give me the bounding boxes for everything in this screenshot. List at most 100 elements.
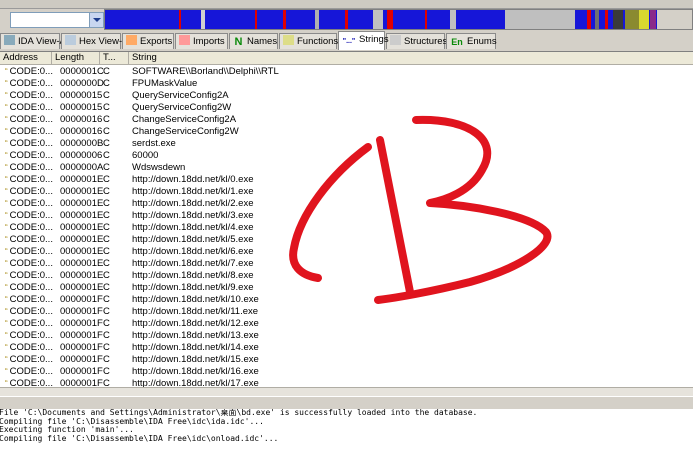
table-row[interactable]: “CODE:0... 0000000B Cserdst.exe bbox=[0, 138, 693, 150]
string-icon: “ bbox=[5, 259, 8, 268]
table-row[interactable]: “CODE:0... 0000001F Chttp://down.18dd.net/… bbox=[0, 342, 693, 354]
toolbar-top-strip bbox=[0, 0, 693, 9]
table-row[interactable]: “CODE:0... 0000001E Chttp://down.18dd.net/… bbox=[0, 222, 693, 234]
type-cell: C bbox=[103, 66, 110, 77]
type-cell: C bbox=[103, 90, 110, 101]
length-cell: 0000001E bbox=[60, 222, 104, 233]
table-row[interactable]: “CODE:0... 0000000D C FPUMaskValue bbox=[0, 78, 693, 90]
table-row[interactable]: “CODE:0... 0000001E Chttp://down.18dd.net/… bbox=[0, 198, 693, 210]
tab-label: Strings bbox=[359, 34, 389, 45]
tab-structures[interactable]: Structures bbox=[386, 33, 447, 49]
string-cell: http://down.18dd.net/kl/12.exe bbox=[132, 318, 259, 329]
address-cell: “CODE:0... bbox=[5, 150, 53, 161]
string-cell: http://down.18dd.net/kl/11.exe bbox=[132, 306, 259, 317]
type-cell: C bbox=[103, 318, 110, 329]
length-cell: 0000001E bbox=[60, 198, 104, 209]
length-cell: 0000000D bbox=[60, 78, 104, 89]
tab-functions[interactable]: Functions bbox=[279, 33, 339, 49]
table-row[interactable]: “CODE:0... 0000001C C SOFTWARE\\Borland\\De… bbox=[0, 66, 693, 78]
table-row[interactable]: “CODE:0... 0000001E Chttp://down.18dd.net/… bbox=[0, 270, 693, 282]
tab-label: Functions bbox=[297, 36, 339, 47]
table-row[interactable]: “CODE:0... 0000001F Chttp://down.18dd.net/… bbox=[0, 294, 693, 306]
tab-imports[interactable]: Imports bbox=[175, 33, 228, 49]
type-cell: C bbox=[103, 330, 110, 341]
table-row[interactable]: “CODE:0... 0000001E Chttp://down.18dd.net/… bbox=[0, 186, 693, 198]
table-row[interactable]: “CODE:0... 0000001E Chttp://down.18dd.net/… bbox=[0, 174, 693, 186]
navigation-band[interactable] bbox=[104, 9, 693, 30]
column-header-string[interactable]: String bbox=[129, 52, 693, 64]
tab-hex-view-a[interactable]: Hex View-A bbox=[61, 33, 128, 49]
view-tabs: IDA View-A Hex View-A Exports Imports NN… bbox=[0, 31, 693, 52]
horizontal-scrollbar[interactable] bbox=[0, 387, 693, 396]
table-row[interactable]: “CODE:0... 0000001F Chttp://down.18dd.net/… bbox=[0, 306, 693, 318]
string-icon: “ bbox=[5, 283, 8, 292]
string-icon: “ bbox=[5, 79, 8, 88]
tab-label: Enums bbox=[467, 36, 497, 47]
table-row[interactable]: “CODE:0... 0000000A C Wdswsdewn bbox=[0, 162, 693, 174]
string-cell: http://down.18dd.net/kl/1.exe bbox=[132, 186, 254, 197]
table-row[interactable]: “CODE:0... 0000001E Chttp://down.18dd.net/… bbox=[0, 234, 693, 246]
string-cell: http://down.18dd.net/kl/6.exe bbox=[132, 246, 254, 257]
string-icon: “ bbox=[5, 151, 8, 160]
ida-view-icon bbox=[4, 35, 15, 45]
length-cell: 0000001F bbox=[60, 354, 103, 365]
navband-segment bbox=[595, 10, 599, 29]
toolbar bbox=[0, 0, 693, 32]
table-row[interactable]: “CODE:0... 00000006 C 60000 bbox=[0, 150, 693, 162]
tab-ida-view-a[interactable]: IDA View-A bbox=[0, 33, 66, 49]
tab-label: Names bbox=[247, 36, 278, 47]
type-cell: C bbox=[103, 342, 110, 353]
strings-table-header: Address Length T... String bbox=[0, 52, 693, 65]
strings-table[interactable]: “CODE:0... 0000001C C SOFTWARE\\Borland\\De… bbox=[0, 65, 693, 387]
string-cell: http://down.18dd.net/kl/7.exe bbox=[132, 258, 254, 269]
table-row[interactable]: “CODE:0... 0000001E Chttp://down.18dd.net/… bbox=[0, 210, 693, 222]
navband-segment bbox=[255, 10, 257, 29]
segment-dropdown[interactable] bbox=[10, 12, 104, 28]
table-row[interactable]: “CODE:0... 00000015 C QueryServiceConfig2A bbox=[0, 90, 693, 102]
length-cell: 0000001F bbox=[60, 306, 103, 317]
table-row[interactable]: “CODE:0... 0000001E Chttp://down.18dd.net/… bbox=[0, 282, 693, 294]
tab-names[interactable]: N Names bbox=[229, 33, 278, 49]
address-cell: “CODE:0... bbox=[5, 318, 53, 329]
address-cell: “CODE:0... bbox=[5, 162, 53, 173]
table-row[interactable]: “CODE:0... 0000001F Chttp://down.18dd.net/… bbox=[0, 354, 693, 366]
table-row[interactable]: “CODE:0... 0000001F Chttp://down.18dd.net/… bbox=[0, 366, 693, 378]
length-cell: 00000016 bbox=[60, 126, 103, 137]
string-icon: “ bbox=[5, 319, 8, 328]
chevron-down-icon[interactable] bbox=[89, 13, 103, 27]
length-cell: 0000001F bbox=[60, 378, 103, 387]
table-row[interactable]: “CODE:0... 00000016 C ChangeServiceConfig2W bbox=[0, 126, 693, 138]
string-cell: http://down.18dd.net/kl/0.exe bbox=[132, 174, 254, 185]
column-header-length[interactable]: Length bbox=[52, 52, 100, 64]
string-cell: Wdswsdewn bbox=[132, 162, 186, 173]
tab-exports[interactable]: Exports bbox=[122, 33, 174, 49]
string-icon: “ bbox=[5, 139, 8, 148]
string-icon: “ bbox=[5, 379, 8, 387]
table-row[interactable]: “CODE:0... 0000001F Chttp://down.18dd.net/… bbox=[0, 330, 693, 342]
column-header-address[interactable]: Address bbox=[0, 52, 52, 64]
type-cell: C bbox=[103, 198, 110, 209]
address-cell: “CODE:0... bbox=[5, 330, 53, 341]
navband-segment bbox=[625, 10, 639, 29]
type-cell: C bbox=[103, 270, 110, 281]
table-row[interactable]: “CODE:0... 0000001F Chttp://down.18dd.net/… bbox=[0, 378, 693, 387]
tab-enums[interactable]: En Enums bbox=[446, 33, 497, 49]
address-cell: “CODE:0... bbox=[5, 270, 53, 281]
length-cell: 00000016 bbox=[60, 114, 103, 125]
navband-segment bbox=[373, 10, 383, 29]
table-row[interactable]: “CODE:0... 0000001F Chttp://down.18dd.net/… bbox=[0, 318, 693, 330]
table-row[interactable]: “CODE:0... 0000001E Chttp://down.18dd.net/… bbox=[0, 246, 693, 258]
output-window[interactable]: File 'C:\Documents and Settings\Administ… bbox=[0, 409, 693, 458]
table-row[interactable]: “CODE:0... 00000016 C ChangeServiceConfig2A bbox=[0, 114, 693, 126]
tab-strings[interactable]: "..." Strings bbox=[338, 31, 389, 50]
type-cell: C bbox=[103, 78, 110, 89]
functions-icon bbox=[283, 35, 294, 45]
string-icon: “ bbox=[5, 271, 8, 280]
table-row[interactable]: “CODE:0... 00000015 C QueryServiceConfig2W bbox=[0, 102, 693, 114]
string-cell: http://down.18dd.net/kl/5.exe bbox=[132, 234, 254, 245]
column-header-type[interactable]: T... bbox=[100, 52, 129, 64]
address-cell: “CODE:0... bbox=[5, 126, 53, 137]
table-row[interactable]: “CODE:0... 0000001E Chttp://down.18dd.net/… bbox=[0, 258, 693, 270]
navband-segment bbox=[345, 10, 348, 29]
string-cell: http://down.18dd.net/kl/10.exe bbox=[132, 294, 259, 305]
